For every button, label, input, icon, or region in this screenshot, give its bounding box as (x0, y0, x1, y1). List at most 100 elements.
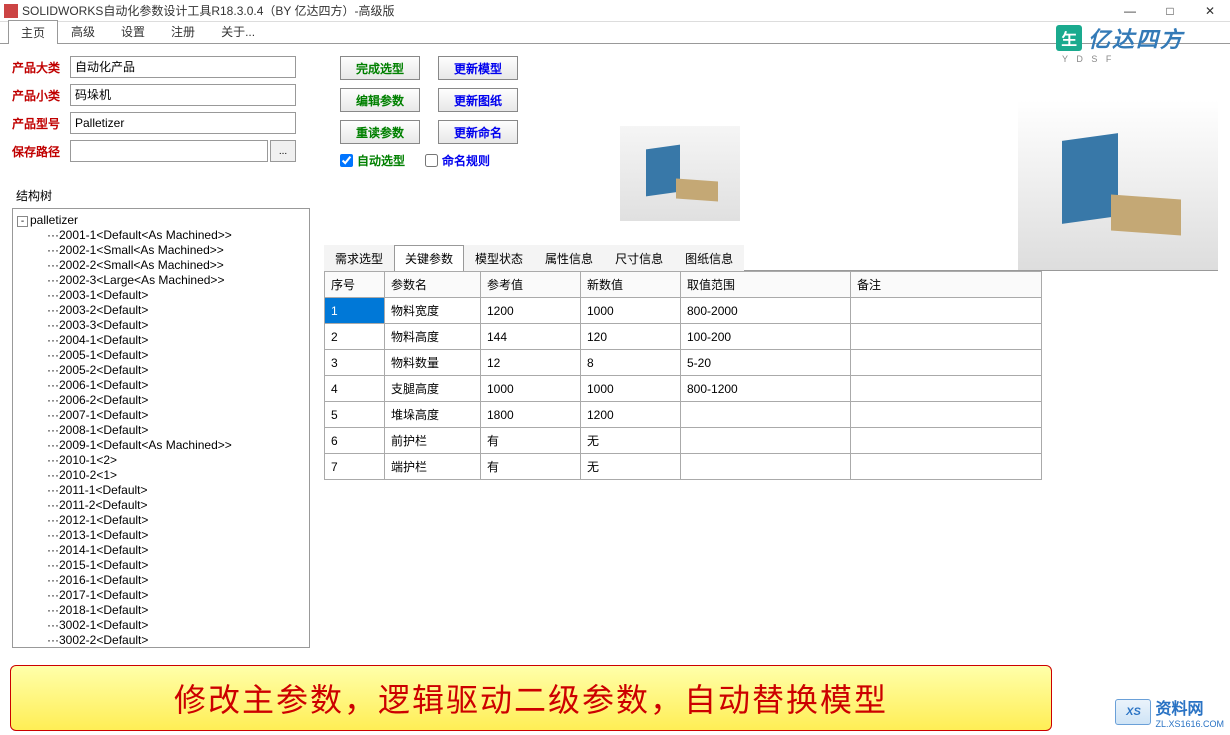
structure-tree[interactable]: -palletizer···2001-1<Default<As Machined… (12, 208, 310, 648)
table-cell-name[interactable]: 前护栏 (385, 428, 481, 454)
tree-node[interactable]: ···2010-2<1> (17, 468, 305, 483)
table-header-range[interactable]: 取值范围 (681, 272, 851, 298)
update-model-button[interactable]: 更新模型 (438, 56, 518, 80)
tab-2[interactable]: 模型状态 (464, 245, 534, 271)
table-cell-range[interactable]: 100-200 (681, 324, 851, 350)
tree-node[interactable]: ···2013-1<Default> (17, 528, 305, 543)
table-cell-ref[interactable]: 有 (481, 454, 581, 480)
table-header-name[interactable]: 参数名 (385, 272, 481, 298)
tree-node[interactable]: ···2008-1<Default> (17, 423, 305, 438)
table-cell-name[interactable]: 堆垛高度 (385, 402, 481, 428)
table-cell-name[interactable]: 端护栏 (385, 454, 481, 480)
table-cell-range[interactable] (681, 402, 851, 428)
browse-button[interactable]: ... (270, 140, 296, 162)
maximize-button[interactable]: □ (1150, 0, 1190, 22)
tab-1[interactable]: 关键参数 (394, 245, 464, 271)
tree-node[interactable]: ···2007-1<Default> (17, 408, 305, 423)
table-row[interactable]: 4支腿高度10001000800-1200 (325, 376, 1042, 402)
menu-item-4[interactable]: 关于... (208, 19, 268, 43)
tree-node[interactable]: ···2014-1<Default> (17, 543, 305, 558)
table-cell-name[interactable]: 物料高度 (385, 324, 481, 350)
table-cell-note[interactable] (851, 324, 1042, 350)
menu-item-3[interactable]: 注册 (158, 19, 208, 43)
table-cell-idx[interactable]: 3 (325, 350, 385, 376)
table-cell-range[interactable] (681, 454, 851, 480)
menu-item-1[interactable]: 高级 (58, 19, 108, 43)
tree-node[interactable]: ···2003-1<Default> (17, 288, 305, 303)
tree-node[interactable]: ···2009-1<Default<As Machined>> (17, 438, 305, 453)
table-cell-ref[interactable]: 1000 (481, 376, 581, 402)
tab-0[interactable]: 需求选型 (324, 245, 394, 271)
input-save-path[interactable] (70, 140, 268, 162)
table-cell-ref[interactable]: 12 (481, 350, 581, 376)
naming-rule-checkbox[interactable] (425, 154, 438, 167)
close-button[interactable]: ✕ (1190, 0, 1230, 22)
update-naming-button[interactable]: 更新命名 (438, 120, 518, 144)
edit-params-button[interactable]: 编辑参数 (340, 88, 420, 112)
table-cell-new[interactable]: 1000 (581, 376, 681, 402)
complete-selection-button[interactable]: 完成选型 (340, 56, 420, 80)
table-cell-ref[interactable]: 有 (481, 428, 581, 454)
table-cell-range[interactable]: 800-2000 (681, 298, 851, 324)
tree-node[interactable]: ···2011-1<Default> (17, 483, 305, 498)
table-cell-note[interactable] (851, 376, 1042, 402)
naming-rule-checkbox-wrap[interactable]: 命名规则 (425, 152, 490, 169)
tab-5[interactable]: 图纸信息 (674, 245, 744, 271)
tree-node[interactable]: ···2001-1<Default<As Machined>> (17, 228, 305, 243)
table-cell-idx[interactable]: 4 (325, 376, 385, 402)
menu-item-0[interactable]: 主页 (8, 20, 58, 44)
table-cell-new[interactable]: 8 (581, 350, 681, 376)
table-cell-note[interactable] (851, 428, 1042, 454)
select-model[interactable]: Palletizer (70, 112, 296, 134)
select-subcategory[interactable]: 码垛机 (70, 84, 296, 106)
tree-toggle-icon[interactable]: - (17, 216, 28, 227)
tree-node[interactable]: ···2002-1<Small<As Machined>> (17, 243, 305, 258)
table-cell-range[interactable]: 800-1200 (681, 376, 851, 402)
auto-select-checkbox[interactable] (340, 154, 353, 167)
table-cell-ref[interactable]: 144 (481, 324, 581, 350)
tree-node[interactable]: ···2006-2<Default> (17, 393, 305, 408)
tree-node[interactable]: ···2012-1<Default> (17, 513, 305, 528)
tree-node[interactable]: ···3002-1<Default> (17, 618, 305, 633)
tree-node[interactable]: ···2018-1<Default> (17, 603, 305, 618)
table-cell-ref[interactable]: 1200 (481, 298, 581, 324)
table-header-idx[interactable]: 序号 (325, 272, 385, 298)
table-cell-range[interactable]: 5-20 (681, 350, 851, 376)
table-cell-new[interactable]: 1000 (581, 298, 681, 324)
table-cell-idx[interactable]: 5 (325, 402, 385, 428)
tree-node[interactable]: ···2005-1<Default> (17, 348, 305, 363)
table-cell-note[interactable] (851, 298, 1042, 324)
tree-node[interactable]: ···2016-1<Default> (17, 573, 305, 588)
tree-node[interactable]: ···2002-3<Large<As Machined>> (17, 273, 305, 288)
select-category[interactable]: 自动化产品 (70, 56, 296, 78)
tree-node[interactable]: ···2015-1<Default> (17, 558, 305, 573)
table-cell-new[interactable]: 无 (581, 454, 681, 480)
table-cell-new[interactable]: 1200 (581, 402, 681, 428)
table-cell-note[interactable] (851, 350, 1042, 376)
table-cell-new[interactable]: 120 (581, 324, 681, 350)
table-row[interactable]: 7端护栏有无 (325, 454, 1042, 480)
table-row[interactable]: 2物料高度144120100-200 (325, 324, 1042, 350)
table-cell-idx[interactable]: 2 (325, 324, 385, 350)
table-cell-name[interactable]: 物料宽度 (385, 298, 481, 324)
tab-4[interactable]: 尺寸信息 (604, 245, 674, 271)
tree-node[interactable]: ···2006-1<Default> (17, 378, 305, 393)
table-cell-note[interactable] (851, 402, 1042, 428)
tab-3[interactable]: 属性信息 (534, 245, 604, 271)
table-cell-note[interactable] (851, 454, 1042, 480)
tree-node[interactable]: ···2017-1<Default> (17, 588, 305, 603)
minimize-button[interactable]: — (1110, 0, 1150, 22)
table-row[interactable]: 5堆垛高度18001200 (325, 402, 1042, 428)
table-cell-name[interactable]: 物料数量 (385, 350, 481, 376)
tree-root-node[interactable]: -palletizer (17, 213, 305, 228)
table-cell-new[interactable]: 无 (581, 428, 681, 454)
update-drawing-button[interactable]: 更新图纸 (438, 88, 518, 112)
tree-node[interactable]: ···2004-1<Default> (17, 333, 305, 348)
table-cell-ref[interactable]: 1800 (481, 402, 581, 428)
table-cell-name[interactable]: 支腿高度 (385, 376, 481, 402)
table-cell-idx[interactable]: 1 (325, 298, 385, 324)
table-header-ref[interactable]: 参考值 (481, 272, 581, 298)
auto-select-checkbox-wrap[interactable]: 自动选型 (340, 152, 405, 169)
tree-node[interactable]: ···3002-2<Default> (17, 633, 305, 648)
tree-node[interactable]: ···2003-3<Default> (17, 318, 305, 333)
